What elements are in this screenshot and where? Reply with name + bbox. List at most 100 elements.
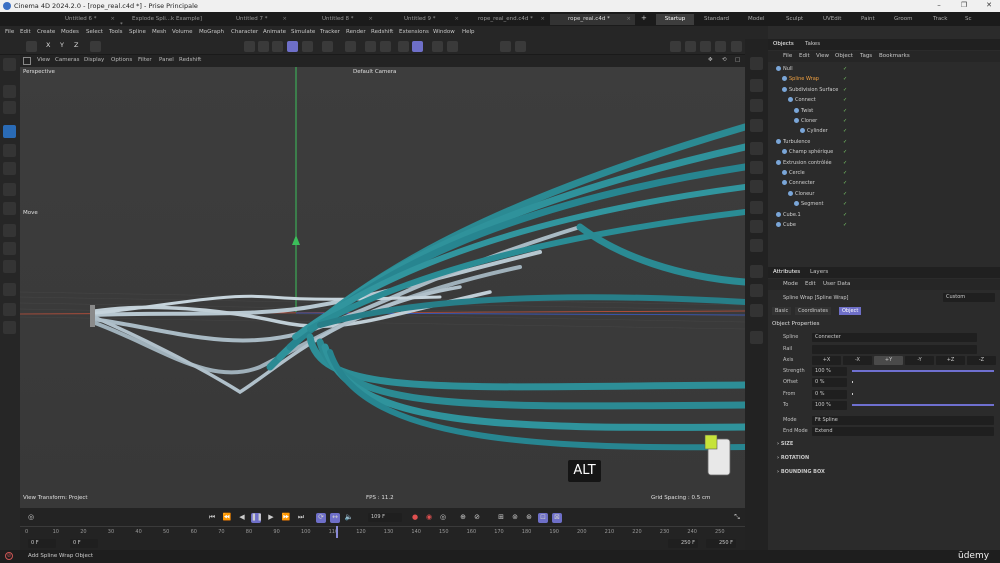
- group-size[interactable]: › SIZE: [777, 441, 793, 447]
- minimize-icon[interactable]: –: [933, 1, 945, 11]
- enable-check-icon[interactable]: ✓: [843, 66, 847, 72]
- menu-character[interactable]: Character: [231, 29, 258, 35]
- menu-tracker[interactable]: Tracker: [320, 29, 340, 35]
- null-object-icon[interactable]: [750, 57, 763, 70]
- axis-option-button[interactable]: -Z: [967, 356, 996, 365]
- pause-button[interactable]: ❚❚: [251, 513, 263, 523]
- menu-mograph[interactable]: MoGraph: [199, 29, 224, 35]
- magnet-icon[interactable]: [365, 41, 376, 52]
- object-row[interactable]: Connecter ✓: [768, 178, 1000, 188]
- cube-object-icon[interactable]: [750, 79, 763, 92]
- environment-icon[interactable]: [750, 284, 763, 297]
- render-view-icon[interactable]: [432, 41, 443, 52]
- object-row[interactable]: Cylinder ✓: [768, 126, 1000, 136]
- grid-icon[interactable]: [398, 41, 409, 52]
- viewport-menu-view[interactable]: View: [37, 57, 50, 63]
- grid-snap-icon[interactable]: [412, 41, 423, 52]
- offset-field[interactable]: 0 %: [812, 378, 847, 387]
- move-tool-icon[interactable]: [3, 125, 16, 138]
- paint-brush-icon[interactable]: [3, 283, 16, 296]
- objects-menu-edit[interactable]: Edit: [799, 53, 810, 59]
- enable-check-icon[interactable]: ✓: [843, 97, 847, 103]
- key-rotation-icon[interactable]: ⊘: [472, 513, 482, 523]
- enable-check-icon[interactable]: ✓: [843, 149, 847, 155]
- endmode-dropdown[interactable]: Extend: [812, 427, 994, 436]
- object-row[interactable]: Twist ✓: [768, 106, 1000, 116]
- interactive-render-icon[interactable]: [715, 41, 726, 52]
- close-tab-icon[interactable]: ×: [368, 16, 373, 22]
- axis-y-icon[interactable]: Y: [60, 41, 64, 52]
- tag-icon[interactable]: [750, 331, 763, 344]
- menu-animate[interactable]: Animate: [263, 29, 286, 35]
- menu-volume[interactable]: Volume: [172, 29, 192, 35]
- layout-paint[interactable]: Paint: [861, 14, 875, 25]
- layout-standard[interactable]: Standard: [704, 14, 729, 25]
- menu-render[interactable]: Render: [346, 29, 366, 35]
- tab-takes[interactable]: Takes: [805, 41, 820, 47]
- attributes-menu-userdata[interactable]: User Data: [823, 281, 850, 287]
- object-name[interactable]: Cloner: [801, 118, 817, 124]
- timeline-ruler[interactable]: 0 10 20 30 40 50 60 70 80 90 100 110 120 130 140 150 160…: [20, 526, 745, 538]
- knife-tool-icon[interactable]: [3, 303, 16, 316]
- objects-menu-view[interactable]: View: [816, 53, 829, 59]
- object-name[interactable]: Segment: [801, 201, 824, 207]
- transform-tool-icon[interactable]: [3, 183, 16, 196]
- enable-check-icon[interactable]: ✓: [843, 118, 847, 124]
- object-row[interactable]: Cloneur ✓: [768, 189, 1000, 199]
- picture-viewer-icon[interactable]: [670, 41, 681, 52]
- menu-spline[interactable]: Spline: [129, 29, 146, 35]
- to-slider[interactable]: [852, 404, 994, 406]
- undo-icon[interactable]: [26, 41, 37, 52]
- axis-option-button[interactable]: +Z: [936, 356, 965, 365]
- viewport-menu-redshift[interactable]: Redshift: [179, 57, 201, 63]
- preview-start-field[interactable]: 0 F: [70, 539, 98, 548]
- axis-option-button[interactable]: +X: [812, 356, 841, 365]
- light-icon[interactable]: [750, 265, 763, 278]
- soft-select-icon[interactable]: [380, 41, 391, 52]
- enable-check-icon[interactable]: ✓: [843, 128, 847, 134]
- camera-icon[interactable]: [750, 239, 763, 252]
- group-bounding-box[interactable]: › BOUNDING BOX: [777, 469, 825, 475]
- doc-tab[interactable]: rope_real_end.c4d * ×: [464, 14, 549, 25]
- offset-slider[interactable]: [852, 381, 853, 383]
- viewport-menu-display[interactable]: Display: [84, 57, 104, 63]
- object-name[interactable]: Connect: [795, 97, 816, 103]
- key-scale-icon[interactable]: ⊞: [496, 513, 506, 523]
- doc-tab[interactable]: Untitled 8 * ×: [292, 14, 377, 25]
- menu-redshift[interactable]: Redshift: [371, 29, 393, 35]
- timeline-expand-icon[interactable]: ⤡: [732, 513, 742, 523]
- model-mode-icon[interactable]: [287, 41, 298, 52]
- points-mode-icon[interactable]: [244, 41, 255, 52]
- enable-check-icon[interactable]: ✓: [843, 139, 847, 145]
- object-name[interactable]: Cylinder: [807, 128, 828, 134]
- object-name[interactable]: Champ sphérique: [789, 149, 833, 155]
- pen-tool-icon[interactable]: [3, 224, 16, 237]
- object-row[interactable]: Turbulence ✓: [768, 137, 1000, 147]
- strength-field[interactable]: 100 %: [812, 367, 847, 376]
- rotate-tool-icon[interactable]: [3, 144, 16, 157]
- preview-range-icon[interactable]: ↔: [330, 513, 340, 523]
- loop-icon[interactable]: ⟳: [316, 513, 326, 523]
- mode-dropdown[interactable]: Fit Spline: [812, 416, 994, 425]
- coordinate-system-icon[interactable]: [90, 41, 101, 52]
- edges-mode-icon[interactable]: [258, 41, 269, 52]
- workplane-icon[interactable]: [345, 41, 356, 52]
- object-name[interactable]: Extrusion contrôlée: [783, 160, 832, 166]
- viewport-camera[interactable]: Default Camera: [353, 69, 396, 75]
- viewport-menu-cameras[interactable]: Cameras: [55, 57, 79, 63]
- subtab-object[interactable]: Object: [839, 307, 862, 315]
- enable-check-icon[interactable]: ✓: [843, 76, 847, 82]
- deformer-icon[interactable]: [750, 180, 763, 193]
- redshift-icon[interactable]: [515, 41, 526, 52]
- mograph-icon[interactable]: [750, 161, 763, 174]
- next-frame-icon[interactable]: ▶: [266, 513, 276, 523]
- tab-objects[interactable]: Objects: [773, 41, 794, 47]
- object-row[interactable]: Null ✓: [768, 64, 1000, 74]
- axis-option-button[interactable]: -Y: [905, 356, 934, 365]
- close-tab-icon[interactable]: ×: [282, 16, 287, 22]
- viewport-maximize-icon[interactable]: □: [735, 57, 740, 63]
- spline-sketch-icon[interactable]: [3, 260, 16, 273]
- viewport-menu-filter[interactable]: Filter: [138, 57, 152, 63]
- auto-key-icon[interactable]: ◉: [424, 513, 434, 523]
- enable-check-icon[interactable]: ✓: [843, 170, 847, 176]
